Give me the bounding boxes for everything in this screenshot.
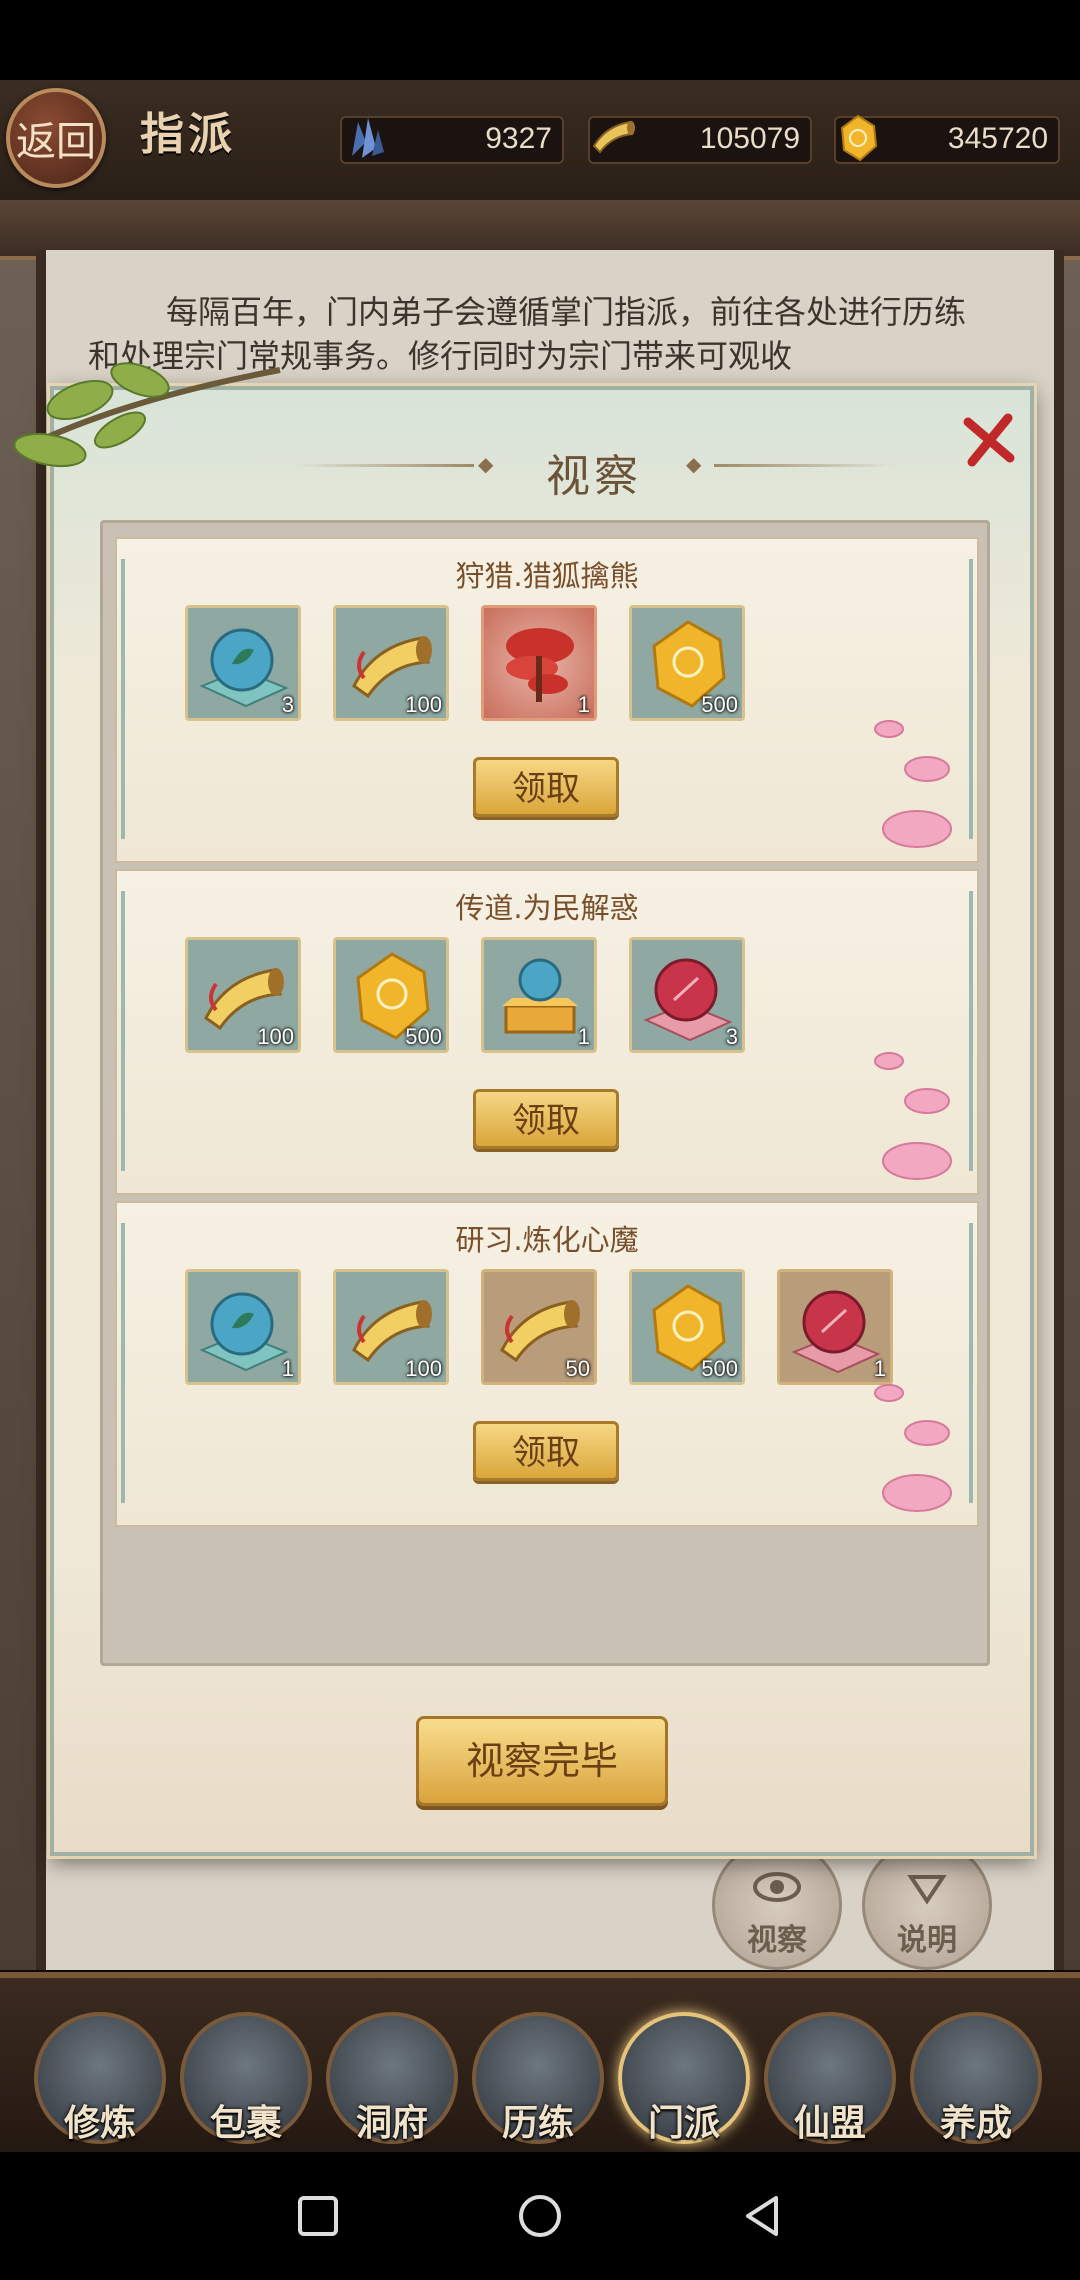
nav-label: 修炼: [63, 2102, 136, 2144]
inspect-modal: ◆ 视察 ◆ 狩猎.猎狐擒熊 3 100 1 500 领取 传道.为民解惑 10…: [50, 386, 1034, 1856]
reward-item[interactable]: 500: [629, 605, 745, 721]
claim-button[interactable]: 领取: [473, 1089, 619, 1149]
nav-label: 仙盟: [793, 2102, 866, 2144]
modal-title-bar: ◆ 视察 ◆: [294, 436, 894, 502]
eye-icon: [753, 1872, 801, 1902]
horn-icon: [592, 120, 635, 154]
info-icon: [907, 1875, 947, 1905]
finish-inspection-button[interactable]: 视察完毕: [416, 1716, 668, 1806]
crystal-icon: [352, 118, 384, 158]
inspect-side-button[interactable]: 视察: [712, 1840, 842, 1970]
item-count: 100: [405, 1356, 442, 1381]
branch-decoration-icon: [13, 362, 281, 468]
back-button[interactable]: 返回: [6, 88, 106, 188]
item-count: 500: [701, 692, 738, 717]
item-count: 50: [565, 1356, 590, 1381]
gold-stone-icon: [840, 114, 878, 162]
item-count: 500: [405, 1024, 442, 1049]
task-name: 传道.为民解惑: [455, 891, 639, 925]
reward-item[interactable]: 500: [333, 937, 449, 1053]
item-count: 100: [257, 1024, 294, 1049]
item-count: 1: [577, 692, 590, 717]
claim-button[interactable]: 领取: [473, 1421, 619, 1481]
task-card: 研习.炼化心魔 1 100 50 500 1 领取: [115, 1201, 979, 1527]
reward-item[interactable]: 100: [333, 605, 449, 721]
lotus-decoration-icon: [874, 1052, 952, 1180]
back-icon[interactable]: [738, 2192, 786, 2240]
task-card: 传道.为民解惑 100 500 1 3 领取: [115, 869, 979, 1195]
modal-title: 视察: [546, 451, 642, 502]
resource-value: 105079: [699, 122, 800, 155]
teal-orb-icon: [199, 628, 289, 708]
info-side-button[interactable]: 说明: [862, 1840, 992, 1970]
red-lingzhi-icon: [506, 628, 574, 702]
claim-button[interactable]: 领取: [473, 757, 619, 817]
reward-item[interactable]: 50: [481, 1269, 597, 1385]
item-count: 3: [725, 1024, 738, 1049]
task-name: 研习.炼化心魔: [455, 1223, 639, 1257]
item-count: 1: [281, 1356, 294, 1381]
page-title: 指派: [140, 109, 236, 160]
side-button-label: 说明: [897, 1923, 957, 1958]
side-button-label: 视察: [747, 1923, 807, 1958]
system-nav-bar: [0, 2152, 1080, 2280]
task-list[interactable]: 狩猎.猎狐擒熊 3 100 1 500 领取 传道.为民解惑 100 500 1…: [100, 520, 990, 1666]
orb-on-pedestal-icon: [502, 958, 578, 1034]
task-card: 狩猎.猎狐擒熊 3 100 1 500 领取: [115, 537, 979, 863]
reward-item[interactable]: 1: [185, 1269, 301, 1385]
task-name: 狩猎.猎狐擒熊: [455, 559, 639, 593]
nav-training[interactable]: 历练: [472, 2012, 604, 2144]
title-divider: [714, 464, 894, 467]
item-count: 100: [405, 692, 442, 717]
nav-alliance[interactable]: 仙盟: [764, 2012, 896, 2144]
nav-label: 洞府: [355, 2102, 428, 2144]
nav-label: 门派: [647, 2102, 720, 2144]
teal-orb-icon: [199, 1292, 289, 1372]
reward-item[interactable]: 100: [333, 1269, 449, 1385]
nav-develop[interactable]: 养成: [910, 2012, 1042, 2144]
nav-label: 养成: [939, 2102, 1012, 2144]
reward-item[interactable]: 3: [629, 937, 745, 1053]
lotus-decoration-icon: [874, 1384, 952, 1512]
resource-value: 9327: [485, 122, 552, 155]
lotus-decoration-icon: [874, 720, 952, 848]
item-count: 500: [701, 1356, 738, 1381]
close-x-icon[interactable]: [958, 408, 1022, 472]
red-orb-icon: [791, 1290, 881, 1374]
reward-item[interactable]: 1: [481, 937, 597, 1053]
top-bar: 返回 指派 9327 105079 345720: [0, 80, 1080, 206]
status-bar: [0, 0, 1080, 80]
nav-bag[interactable]: 包裹: [180, 2012, 312, 2144]
item-count: 3: [281, 692, 294, 717]
nav-cave[interactable]: 洞府: [326, 2012, 458, 2144]
nav-sect[interactable]: 门派: [618, 2012, 750, 2144]
recent-apps-icon[interactable]: [294, 2192, 342, 2240]
nav-label: 历练: [501, 2102, 574, 2144]
nav-label: 包裹: [209, 2102, 282, 2144]
diamond-ornament-icon: ◆: [686, 452, 702, 476]
resource-crystal: 9327: [340, 116, 564, 164]
home-icon[interactable]: [516, 2192, 564, 2240]
reward-item[interactable]: 100: [185, 937, 301, 1053]
bottom-nav: 修炼 包裹 洞府 历练 门派 仙盟 养成: [0, 1972, 1080, 2158]
resource-value: 345720: [947, 122, 1048, 155]
reward-item[interactable]: 500: [629, 1269, 745, 1385]
item-count: 1: [577, 1024, 590, 1049]
red-orb-icon: [643, 958, 733, 1042]
nav-cultivate[interactable]: 修炼: [34, 2012, 166, 2144]
resource-horn: 105079: [588, 116, 812, 164]
reward-item[interactable]: 3: [185, 605, 301, 721]
resource-gold-stone: 345720: [834, 114, 1060, 164]
reward-item[interactable]: 1: [481, 605, 597, 721]
